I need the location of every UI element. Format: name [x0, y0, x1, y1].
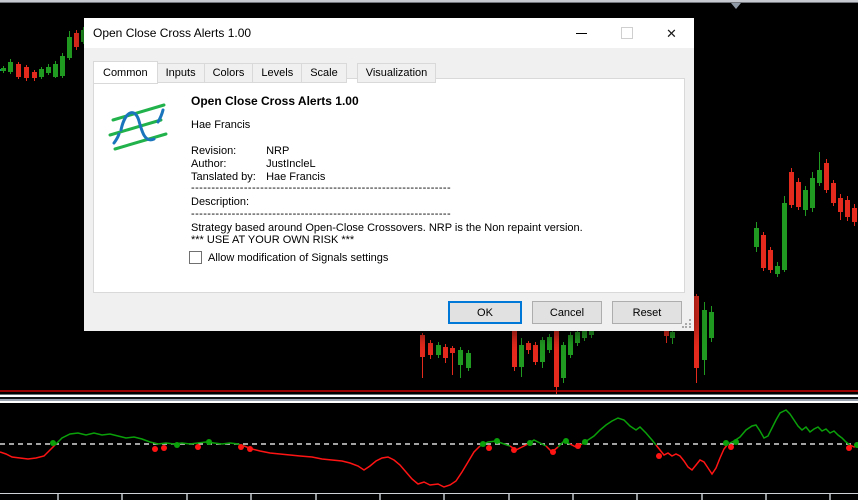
dialog-button-row: OK Cancel Reset [448, 301, 682, 324]
resize-grip[interactable] [682, 319, 691, 328]
separator-line: ----------------------------------------… [191, 208, 452, 220]
tab-levels[interactable]: Levels [253, 63, 303, 83]
indicator-name: Open Close Cross Alerts 1.00 [191, 94, 359, 108]
field-author: Author: JustIncleL [191, 158, 316, 170]
description-text: Strategy based around Open-Close Crossov… [191, 222, 583, 234]
application-window: Open Close Cross Alerts 1.00 ✕ Common In… [0, 0, 858, 500]
indicator-copyright: Hae Francis [191, 119, 251, 131]
indicator-icon [108, 99, 168, 151]
maximize-icon [620, 27, 633, 39]
cancel-button[interactable]: Cancel [532, 301, 602, 324]
tab-inputs[interactable]: Inputs [157, 63, 205, 83]
allow-modification-checkbox-row: Allow modification of Signals settings [189, 251, 388, 264]
risk-warning-text: *** USE AT YOUR OWN RISK *** [191, 234, 355, 246]
tab-colors[interactable]: Colors [204, 63, 254, 83]
separator-line: ----------------------------------------… [191, 182, 452, 194]
ok-button[interactable]: OK [448, 301, 522, 324]
dialog-titlebar[interactable]: Open Close Cross Alerts 1.00 ✕ [84, 18, 694, 48]
indicator-properties-dialog: Open Close Cross Alerts 1.00 ✕ Common In… [84, 18, 694, 331]
window-controls: ✕ [559, 18, 694, 48]
minimize-button[interactable] [559, 18, 604, 48]
dialog-title: Open Close Cross Alerts 1.00 [93, 26, 252, 40]
tab-visualization[interactable]: Visualization [356, 63, 437, 83]
allow-modification-label: Allow modification of Signals settings [208, 251, 389, 264]
tab-bar: Common Inputs Colors Levels Scale Visual… [93, 61, 437, 84]
close-button[interactable]: ✕ [649, 18, 694, 48]
common-tab-panel: Open Close Cross Alerts 1.00 Hae Francis… [93, 78, 685, 293]
description-label: Description: [191, 196, 250, 208]
tab-common[interactable]: Common [93, 61, 158, 84]
field-revision-value: NRP [266, 145, 290, 157]
tab-scale[interactable]: Scale [302, 63, 347, 83]
field-revision-label: Revision: [191, 145, 237, 157]
allow-modification-checkbox[interactable] [189, 251, 202, 264]
minimize-icon [576, 32, 587, 34]
reset-button[interactable]: Reset [612, 301, 682, 324]
field-author-label: Author: [191, 158, 227, 170]
close-icon: ✕ [666, 25, 677, 41]
field-revision: Revision: NRP [191, 145, 289, 157]
field-author-value: JustIncleL [266, 158, 316, 170]
maximize-button[interactable] [604, 18, 649, 48]
